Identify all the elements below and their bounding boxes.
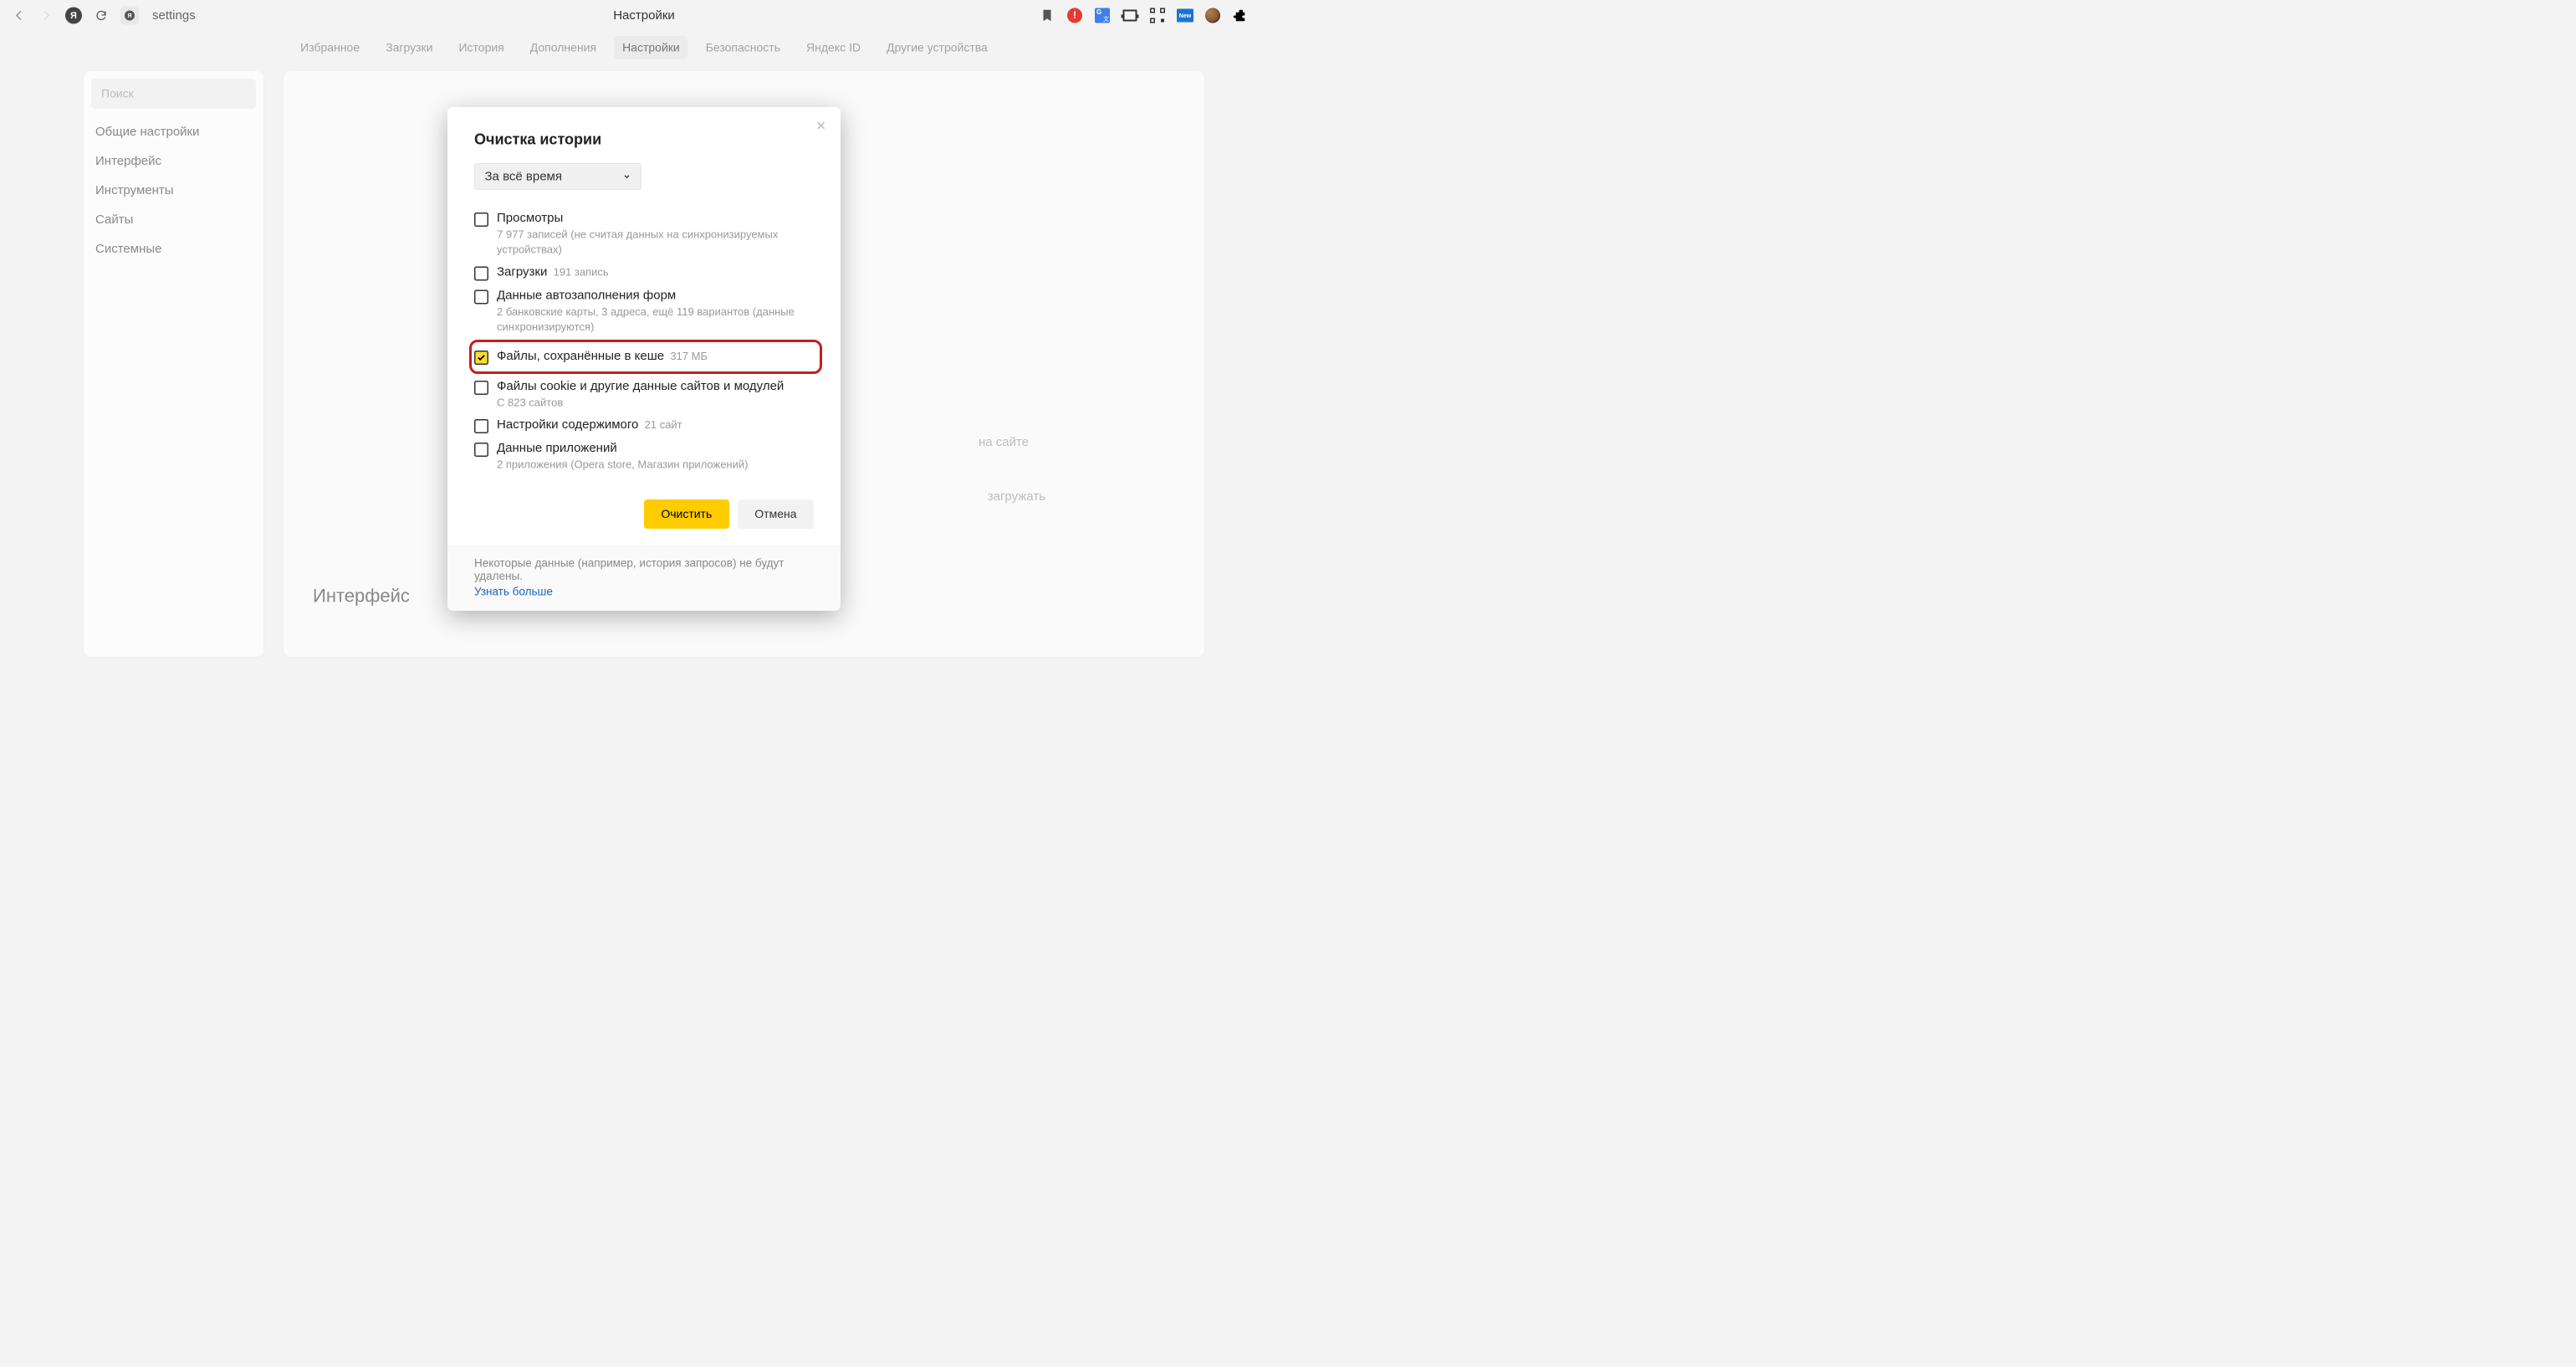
page-title: Настройки: [613, 8, 675, 23]
sidebar-item-tools[interactable]: Инструменты: [91, 176, 256, 205]
new-badge-icon[interactable]: New: [1177, 8, 1193, 24]
dialog-title: Очистка истории: [474, 131, 814, 148]
checkbox-cookies[interactable]: [474, 381, 488, 395]
sidebar-item-system[interactable]: Системные: [91, 234, 256, 264]
cookie-icon[interactable]: [1204, 8, 1221, 24]
tab-history[interactable]: История: [450, 36, 512, 59]
checkbox-cache[interactable]: [474, 351, 488, 365]
checkbox-label: Настройки содержимого: [497, 417, 638, 432]
forward-button[interactable]: [38, 8, 54, 23]
extensions-icon[interactable]: [1232, 8, 1249, 24]
browser-chrome-bar: Я Я settings Настройки ! New: [0, 0, 1288, 31]
qr-icon[interactable]: [1149, 8, 1166, 24]
dialog-footer: Некоторые данные (например, история запр…: [447, 545, 841, 611]
checkbox-views[interactable]: [474, 212, 488, 227]
learn-more-link[interactable]: Узнать больше: [474, 586, 553, 599]
checkbox-label: Просмотры: [497, 211, 563, 225]
checkbox-label: Файлы cookie и другие данные сайтов и мо…: [497, 379, 784, 393]
checkbox-row-autofill[interactable]: Данные автозаполнения форм 2 банковские …: [474, 285, 814, 336]
checkbox-row-cache[interactable]: Файлы, сохранённые в кеше 317 МБ: [474, 346, 814, 367]
checkbox-label: Данные приложений: [497, 441, 617, 455]
checkbox-row-app-data[interactable]: Данные приложений 2 приложения (Opera st…: [474, 438, 814, 474]
checkbox-content-settings[interactable]: [474, 419, 488, 433]
checkbox-meta: 191 запись: [554, 265, 609, 278]
checkbox-row-downloads[interactable]: Загрузки 191 запись: [474, 262, 814, 283]
checkbox-sublabel: 2 банковские карты, 3 адреса, ещё 119 ва…: [497, 304, 814, 334]
tab-security[interactable]: Безопасность: [698, 36, 789, 59]
checkbox-row-cookies[interactable]: Файлы cookie и другие данные сайтов и мо…: [474, 376, 814, 412]
extensions-tray: ! New: [1039, 8, 1276, 24]
checkbox-label: Загрузки: [497, 264, 547, 279]
checkbox-label: Файлы, сохранённые в кеше: [497, 349, 664, 363]
download-icon[interactable]: [1260, 8, 1276, 24]
translate-icon[interactable]: [1094, 8, 1111, 24]
checkbox-autofill[interactable]: [474, 289, 488, 304]
checkbox-sublabel: 7 977 записей (не считая данных на синхр…: [497, 227, 814, 257]
tab-extensions[interactable]: Дополнения: [522, 36, 605, 59]
yandex-home-icon[interactable]: Я: [65, 8, 82, 24]
settings-tabs: Избранное Загрузки История Дополнения На…: [0, 31, 1288, 64]
obscured-text-2: загружать: [988, 489, 1045, 504]
annotation-highlight: Файлы, сохранённые в кеше 317 МБ: [469, 340, 822, 374]
sidebar-item-interface[interactable]: Интерфейс: [91, 146, 256, 176]
back-button[interactable]: [12, 8, 27, 23]
tab-favicon[interactable]: Я: [120, 7, 139, 25]
checkbox-sublabel: 2 приложения (Opera store, Магазин прило…: [497, 457, 814, 472]
tab-settings[interactable]: Настройки: [614, 36, 688, 59]
address-text[interactable]: settings: [152, 8, 196, 23]
close-icon[interactable]: ✕: [815, 119, 826, 134]
checkbox-app-data[interactable]: [474, 443, 488, 457]
time-range-value: За всё время: [485, 170, 562, 184]
sidebar-item-sites[interactable]: Сайты: [91, 205, 256, 234]
checkbox-label: Данные автозаполнения форм: [497, 288, 676, 302]
checkbox-row-views[interactable]: Просмотры 7 977 записей (не считая данны…: [474, 208, 814, 259]
checkbox-downloads[interactable]: [474, 266, 488, 280]
checkbox-meta: 317 МБ: [670, 350, 708, 362]
sidebar-item-general[interactable]: Общие настройки: [91, 117, 256, 146]
tab-favorites[interactable]: Избранное: [292, 36, 368, 59]
checkbox-meta: 21 сайт: [645, 418, 682, 431]
checkbox-sublabel: С 823 сайтов: [497, 395, 814, 410]
tab-other-devices[interactable]: Другие устройства: [878, 36, 996, 59]
obscured-text-1: на сайте: [979, 435, 1029, 449]
search-input[interactable]: Поиск: [91, 79, 256, 109]
time-range-select[interactable]: За всё время: [474, 163, 641, 190]
tab-downloads[interactable]: Загрузки: [377, 36, 441, 59]
reload-button[interactable]: [94, 8, 109, 23]
checkbox-row-content-settings[interactable]: Настройки содержимого 21 сайт: [474, 415, 814, 436]
clear-history-dialog: ✕ Очистка истории За всё время Просмотры…: [447, 107, 841, 611]
alert-icon[interactable]: !: [1066, 8, 1083, 24]
tab-yandex-id[interactable]: Яндекс ID: [798, 36, 869, 59]
chevron-down-icon: [623, 172, 631, 181]
clear-button[interactable]: Очистить: [644, 499, 729, 529]
footer-text: Некоторые данные (например, история запр…: [474, 557, 814, 583]
content-heading-interface: Интерфейс: [313, 586, 410, 607]
frame-icon[interactable]: [1122, 8, 1138, 24]
bookmark-icon[interactable]: [1039, 8, 1055, 24]
cancel-button[interactable]: Отмена: [738, 499, 814, 529]
settings-sidebar: Поиск Общие настройки Интерфейс Инструме…: [84, 71, 263, 657]
